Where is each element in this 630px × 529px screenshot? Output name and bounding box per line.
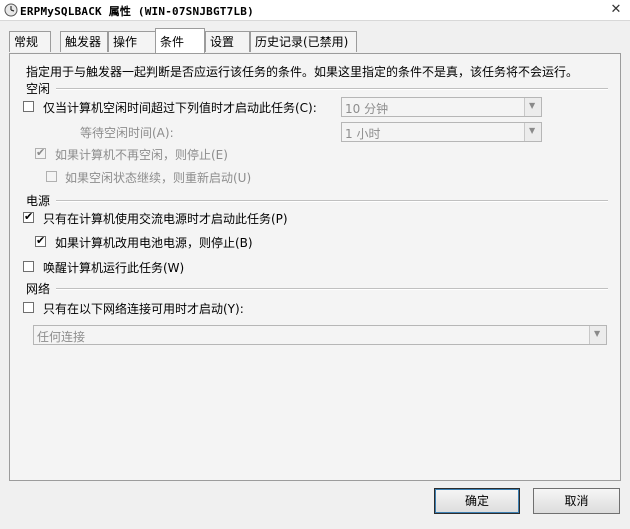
tab-label: 操作 [113, 35, 138, 49]
cancel-button[interactable]: 取消 [533, 488, 620, 514]
window-title: ERPMySQLBACK 属性 (WIN-07SNJBGT7LB) [20, 5, 254, 18]
network-only-label: 只有在以下网络连接可用时才启动(Y): [43, 302, 244, 316]
restart-if-idle-resumes-label: 如果空闲状态继续，则重新启动(U) [65, 171, 252, 185]
dropdown-button: ▼ [524, 98, 541, 116]
tab-settings[interactable]: 设置 [205, 31, 250, 52]
ac-power-only-label: 只有在计算机使用交流电源时才启动此任务(P) [43, 212, 288, 226]
tab-general[interactable]: 常规 [9, 31, 51, 52]
idle-divider [56, 88, 608, 90]
ok-button-label: 确定 [464, 494, 489, 508]
cancel-button-label: 取消 [564, 494, 589, 508]
ac-power-only-checkbox[interactable]: ✔ [23, 210, 34, 223]
description-text: 指定用于与触发器一起判断是否应运行该任务的条件。如果这里指定的条件不是真，该任务… [26, 65, 579, 79]
chevron-down-icon: ▼ [529, 101, 536, 110]
network-divider [56, 288, 608, 290]
stop-on-battery-label: 如果计算机改用电池电源，则停止(B) [55, 236, 253, 250]
wake-to-run-label: 唤醒计算机运行此任务(W) [43, 261, 185, 275]
power-section-label: 电源 [26, 194, 51, 208]
close-icon[interactable]: ✕ [607, 1, 625, 18]
checkmark-icon: ✔ [24, 210, 34, 223]
network-connection-select: 任何连接 ▼ [33, 325, 607, 345]
idle-section-label: 空闲 [26, 82, 51, 96]
chevron-down-icon: ▼ [529, 126, 536, 135]
tab-label: 条件 [160, 35, 185, 49]
tab-conditions[interactable]: 条件 [155, 28, 205, 53]
stop-if-not-idle-label: 如果计算机不再空闲，则停止(E) [55, 148, 228, 162]
start-if-idle-checkbox[interactable] [23, 101, 34, 112]
network-section-label: 网络 [26, 282, 51, 296]
ok-button[interactable]: 确定 [434, 488, 520, 514]
dropdown-button: ▼ [589, 326, 606, 344]
checkmark-icon: ✔ [36, 146, 46, 159]
title-bar: ERPMySQLBACK 属性 (WIN-07SNJBGT7LB) ✕ [0, 0, 630, 21]
wake-to-run-checkbox[interactable] [23, 261, 34, 272]
stop-on-battery-checkbox[interactable]: ✔ [35, 234, 46, 247]
tab-history[interactable]: 历史记录(已禁用) [250, 31, 357, 52]
network-only-checkbox[interactable] [23, 302, 34, 313]
tab-label: 触发器 [65, 35, 102, 49]
start-if-idle-label: 仅当计算机空闲时间超过下列值时才启动此任务(C): [43, 101, 317, 115]
tab-triggers[interactable]: 触发器 [60, 31, 108, 52]
checkmark-icon: ✔ [36, 234, 46, 247]
wait-for-idle-label: 等待空闲时间(A): [80, 126, 174, 140]
tab-label: 常规 [14, 35, 39, 49]
idle-duration-select: 10 分钟 ▼ [341, 97, 542, 117]
dropdown-button: ▼ [524, 123, 541, 141]
task-scheduler-icon [4, 3, 18, 17]
tab-label: 历史记录(已禁用) [255, 35, 349, 49]
restart-if-idle-resumes-checkbox [46, 171, 57, 182]
power-divider [56, 200, 608, 202]
idle-duration-value: 10 分钟 [345, 102, 389, 116]
conditions-panel: 指定用于与触发器一起判断是否应运行该任务的条件。如果这里指定的条件不是真，该任务… [9, 53, 621, 481]
tab-label: 设置 [210, 35, 235, 49]
wait-for-idle-value: 1 小时 [345, 127, 381, 141]
tab-actions[interactable]: 操作 [108, 31, 156, 52]
stop-if-not-idle-checkbox: ✔ [35, 146, 46, 159]
wait-for-idle-select: 1 小时 ▼ [341, 122, 542, 142]
chevron-down-icon: ▼ [594, 329, 601, 338]
network-connection-value: 任何连接 [37, 330, 86, 344]
